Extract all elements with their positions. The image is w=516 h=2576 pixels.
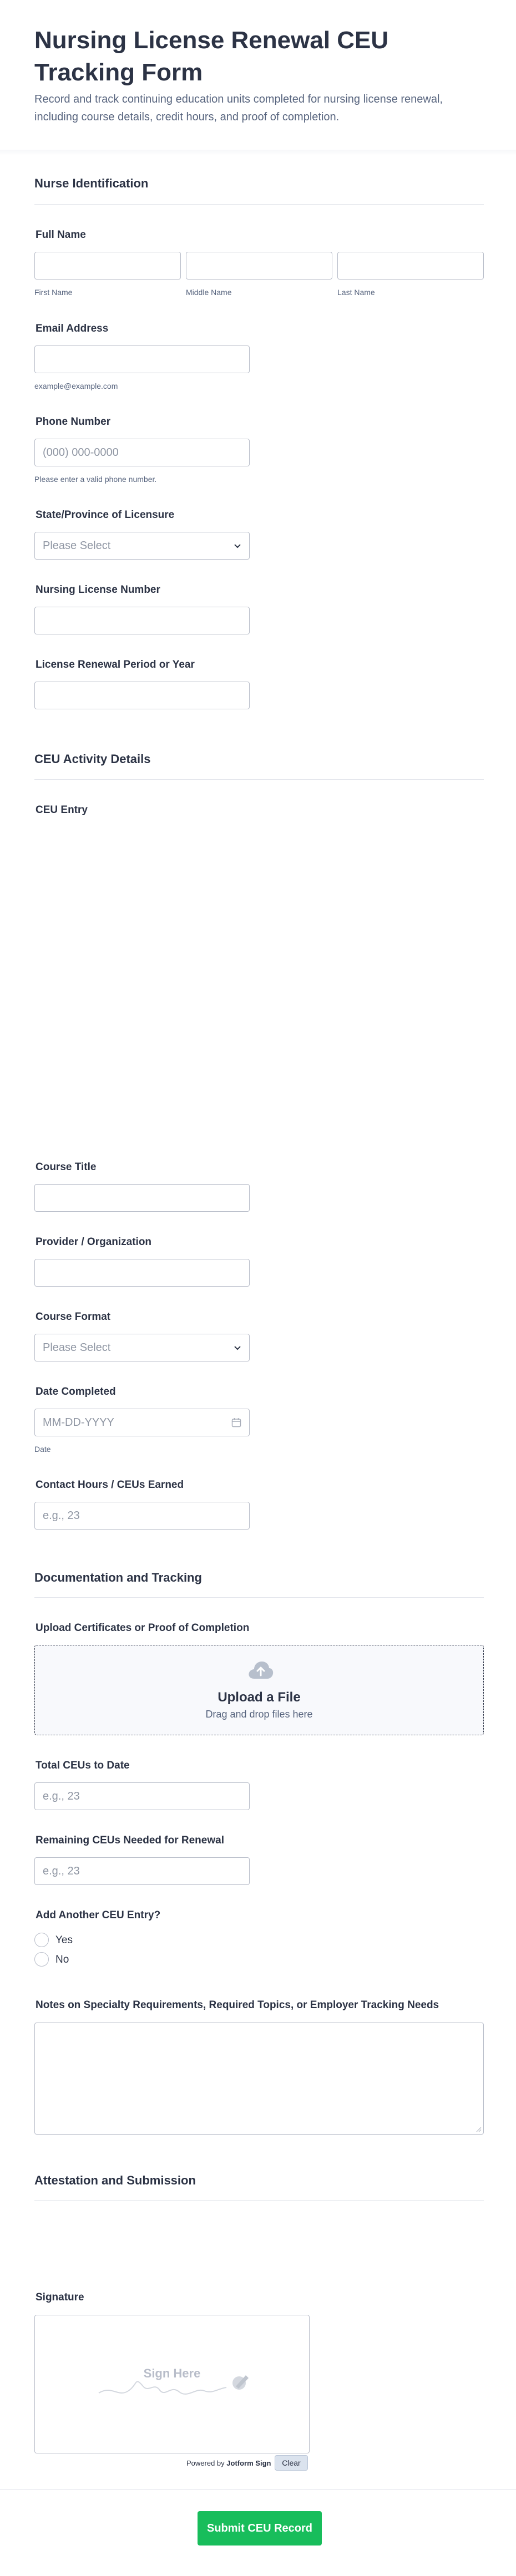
date-completed-input[interactable]: MM-DD-YYYY bbox=[34, 1409, 250, 1436]
section-title-nurse-identification: Nurse Identification bbox=[34, 176, 149, 190]
contact-hours-label: Contact Hours / CEUs Earned bbox=[36, 1479, 184, 1491]
email-sublabel: example@example.com bbox=[34, 382, 118, 390]
signature-pad[interactable]: Sign Here bbox=[34, 2315, 310, 2453]
section-divider bbox=[34, 204, 484, 205]
license-number-label: Nursing License Number bbox=[36, 584, 160, 596]
middle-name-input[interactable] bbox=[186, 252, 332, 280]
provider-label: Provider / Organization bbox=[36, 1236, 152, 1248]
last-name-input[interactable] bbox=[337, 252, 484, 280]
remaining-ceus-label: Remaining CEUs Needed for Renewal bbox=[36, 1835, 224, 1846]
section-divider bbox=[34, 779, 484, 780]
section-title-documentation: Documentation and Tracking bbox=[34, 1571, 202, 1584]
submit-button[interactable]: Submit CEU Record bbox=[198, 2511, 322, 2545]
section-title-ceu-activity: CEU Activity Details bbox=[34, 752, 151, 766]
state-select[interactable]: Please Select bbox=[34, 532, 250, 560]
clear-signature-button[interactable]: Clear bbox=[275, 2455, 308, 2471]
footer-divider bbox=[0, 2489, 516, 2490]
powered-by: Powered by Jotform Sign bbox=[186, 2459, 271, 2467]
signature-label: Signature bbox=[36, 2292, 84, 2303]
phone-input[interactable]: (000) 000-0000 bbox=[34, 439, 250, 466]
course-title-input[interactable] bbox=[34, 1184, 250, 1212]
course-format-select[interactable]: Please Select bbox=[34, 1334, 250, 1361]
email-input[interactable] bbox=[34, 346, 250, 373]
remaining-ceus-input[interactable]: e.g., 23 bbox=[34, 1857, 250, 1885]
form-title: Nursing License Renewal CEU Tracking For… bbox=[34, 27, 389, 86]
radio-no-label[interactable]: No bbox=[55, 1954, 69, 1966]
date-completed-label: Date Completed bbox=[36, 1386, 116, 1398]
radio-no[interactable] bbox=[34, 1952, 49, 1967]
course-format-label: Course Format bbox=[36, 1311, 111, 1323]
section-title-attestation: Attestation and Submission bbox=[34, 2173, 196, 2187]
date-sublabel: Date bbox=[34, 1445, 51, 1454]
last-name-sublabel: Last Name bbox=[337, 288, 375, 297]
header-divider bbox=[0, 150, 516, 155]
state-select-value: Please Select bbox=[43, 540, 111, 552]
middle-name-sublabel: Middle Name bbox=[186, 288, 232, 297]
notes-label: Notes on Specialty Requirements, Require… bbox=[36, 1999, 439, 2011]
phone-sublabel: Please enter a valid phone number. bbox=[34, 475, 157, 484]
resize-handle-icon[interactable] bbox=[476, 2127, 482, 2132]
section-divider bbox=[34, 2200, 484, 2201]
total-ceus-input[interactable]: e.g., 23 bbox=[34, 1782, 250, 1810]
radio-yes-label[interactable]: Yes bbox=[55, 1934, 73, 1947]
powered-by-prefix: Powered by bbox=[186, 2459, 225, 2467]
first-name-sublabel: First Name bbox=[34, 288, 73, 297]
form-description: Record and track continuing education un… bbox=[34, 93, 443, 123]
renewal-period-input[interactable] bbox=[34, 682, 250, 709]
add-another-label: Add Another CEU Entry? bbox=[36, 1909, 161, 1921]
form-header: Nursing License Renewal CEU Tracking For… bbox=[0, 0, 516, 155]
section-divider bbox=[34, 1597, 484, 1598]
calendar-icon[interactable] bbox=[231, 1417, 241, 1427]
total-ceus-label: Total CEUs to Date bbox=[36, 1760, 130, 1771]
email-label: Email Address bbox=[36, 323, 109, 334]
powered-by-brand: Jotform Sign bbox=[226, 2459, 271, 2467]
course-format-select-value: Please Select bbox=[43, 1342, 111, 1354]
phone-label: Phone Number bbox=[36, 416, 111, 428]
course-title-label: Course Title bbox=[36, 1161, 97, 1173]
date-completed-placeholder: MM-DD-YYYY bbox=[43, 1416, 114, 1429]
state-label: State/Province of Licensure bbox=[36, 509, 175, 521]
full-name-label: Full Name bbox=[36, 229, 86, 241]
contact-hours-input[interactable]: e.g., 23 bbox=[34, 1502, 250, 1530]
chevron-down-icon bbox=[234, 1346, 241, 1350]
upload-title: Upload a File bbox=[217, 1690, 301, 1705]
cloud-upload-icon bbox=[249, 1662, 274, 1679]
file-upload-dropzone[interactable]: Upload a File Drag and drop files here bbox=[34, 1645, 484, 1735]
notes-textarea[interactable] bbox=[34, 2023, 484, 2135]
provider-input[interactable] bbox=[34, 1259, 250, 1287]
upload-label: Upload Certificates or Proof of Completi… bbox=[36, 1622, 250, 1634]
signature-placeholder: Sign Here bbox=[143, 2366, 201, 2380]
license-number-input[interactable] bbox=[34, 607, 250, 634]
upload-subtitle: Drag and drop files here bbox=[205, 1709, 313, 1720]
ceu-entry-label: CEU Entry bbox=[36, 804, 88, 816]
chevron-down-icon bbox=[234, 544, 241, 548]
first-name-input[interactable] bbox=[34, 252, 181, 280]
renewal-period-label: License Renewal Period or Year bbox=[36, 659, 195, 670]
radio-yes[interactable] bbox=[34, 1933, 49, 1947]
